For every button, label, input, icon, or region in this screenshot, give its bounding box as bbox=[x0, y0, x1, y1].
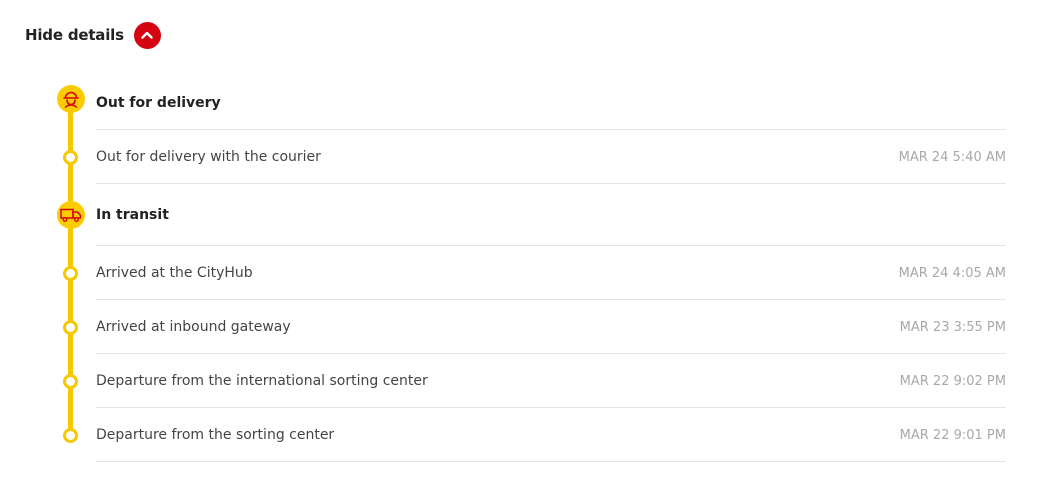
event-marker bbox=[63, 320, 78, 335]
courier-icon bbox=[63, 91, 79, 109]
event-row: Arrived at the CityHub MAR 24 4:05 AM bbox=[96, 245, 1006, 300]
event-marker bbox=[63, 428, 78, 443]
truck-icon bbox=[60, 208, 82, 222]
event-timestamp: MAR 23 3:55 PM bbox=[899, 319, 1006, 335]
event-row: Arrived at inbound gateway MAR 23 3:55 P… bbox=[96, 299, 1006, 354]
event-timestamp: MAR 24 4:05 AM bbox=[898, 265, 1006, 281]
event-description: Out for delivery with the courier bbox=[96, 149, 321, 165]
hide-details-label: Hide details bbox=[25, 26, 124, 44]
event-description: Departure from the international sorting… bbox=[96, 373, 428, 389]
event-description: Arrived at the CityHub bbox=[96, 265, 253, 281]
group-header-row: Out for delivery bbox=[96, 76, 1006, 129]
event-row: Departure from the sorting center MAR 22… bbox=[96, 407, 1006, 462]
divider bbox=[96, 461, 1006, 462]
event-marker bbox=[63, 266, 78, 281]
group-marker-in-transit bbox=[57, 201, 85, 229]
group-marker-out-for-delivery bbox=[57, 85, 85, 113]
hide-details-toggle[interactable]: Hide details bbox=[25, 20, 161, 50]
group-title: Out for delivery bbox=[96, 94, 221, 111]
event-timestamp: MAR 22 9:01 PM bbox=[899, 427, 1006, 443]
group-title: In transit bbox=[96, 207, 169, 223]
event-timestamp: MAR 24 5:40 AM bbox=[898, 149, 1006, 165]
group-header-row: In transit bbox=[96, 183, 1006, 246]
event-description: Departure from the sorting center bbox=[96, 427, 335, 443]
toggle-button[interactable] bbox=[133, 21, 161, 49]
event-timestamp: MAR 22 9:02 PM bbox=[899, 373, 1006, 389]
event-row: Departure from the international sorting… bbox=[96, 353, 1006, 408]
chevron-up-icon bbox=[141, 31, 154, 39]
event-marker bbox=[63, 374, 78, 389]
event-marker bbox=[63, 150, 78, 165]
event-description: Arrived at inbound gateway bbox=[96, 319, 291, 335]
event-row: Out for delivery with the courier MAR 24… bbox=[96, 129, 1006, 184]
